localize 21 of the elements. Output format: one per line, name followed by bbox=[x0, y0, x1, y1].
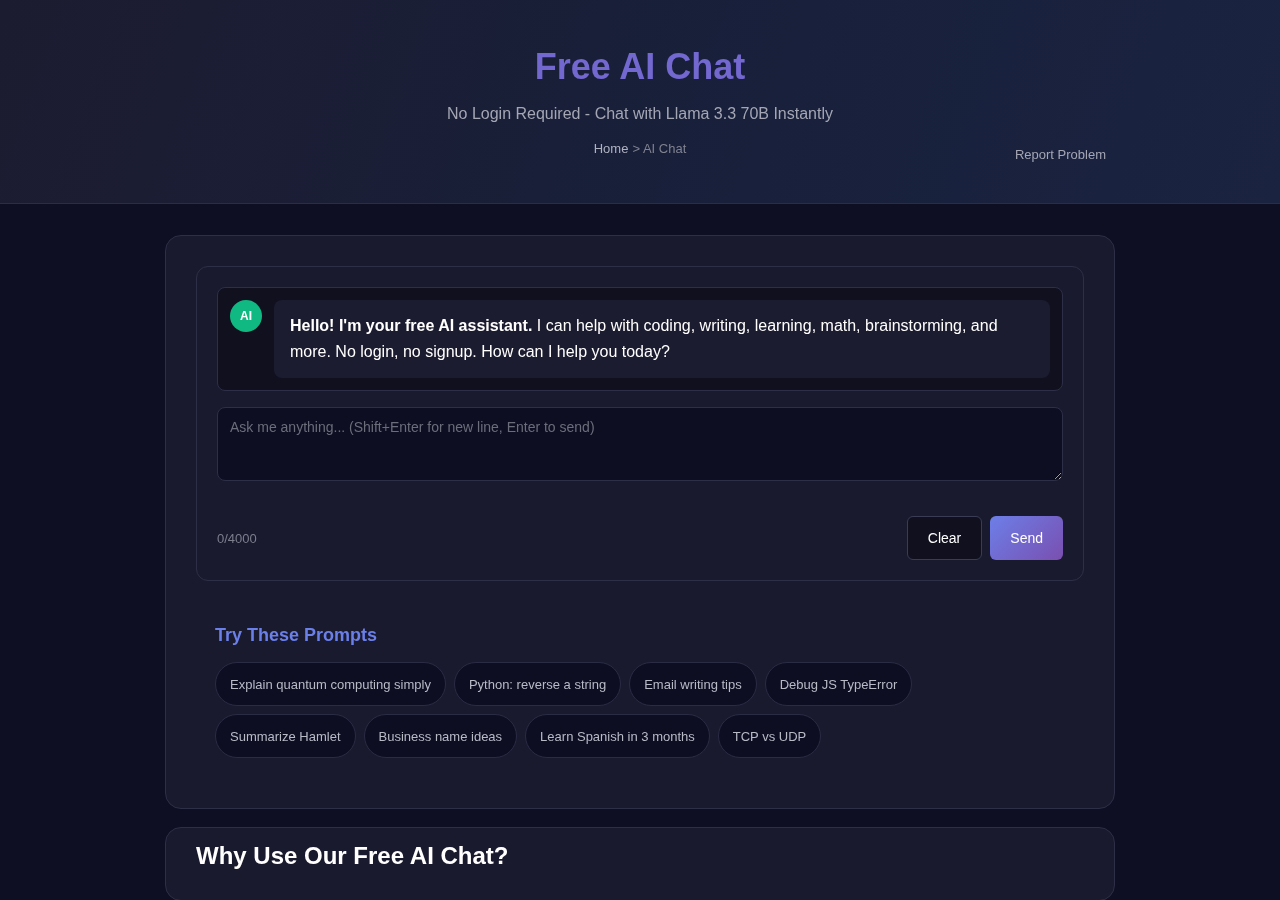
prompt-chip[interactable]: Learn Spanish in 3 months bbox=[525, 714, 710, 758]
clear-button[interactable]: Clear bbox=[906, 516, 983, 560]
prompt-chip[interactable]: Summarize Hamlet bbox=[215, 714, 356, 758]
page-subtitle: No Login Required - Chat with Llama 3.3 70B Instantly bbox=[446, 105, 834, 123]
prompt-chip[interactable]: TCP vs UDP bbox=[717, 714, 822, 758]
prompt-chip[interactable]: Email writing tips bbox=[629, 662, 757, 706]
features-heading: Why Use Our Free AI Chat? bbox=[196, 842, 510, 870]
breadcrumb-current: > AI Chat bbox=[632, 141, 687, 156]
avatar-badge: AI bbox=[230, 300, 262, 332]
message-input-field[interactable]: Ask me anything... (Shift+Enter for new line, Enter to send) bbox=[217, 407, 1063, 481]
prompt-chip[interactable]: Debug JS TypeError bbox=[764, 662, 913, 706]
home-link[interactable]: Home bbox=[593, 141, 629, 156]
character-counter: 0/4000 bbox=[217, 530, 257, 546]
page-title: Free AI Chat bbox=[533, 46, 747, 88]
prompt-chip[interactable]: Python: reverse a string bbox=[453, 662, 622, 706]
report-problem-link[interactable]: Report Problem bbox=[1014, 147, 1106, 162]
prompt-chip[interactable]: Explain quantum computing simply bbox=[215, 662, 446, 706]
prompts-heading: Try These Prompts bbox=[215, 625, 379, 646]
prompt-chip[interactable]: Business name ideas bbox=[363, 714, 518, 758]
message-bubble: Hello! I'm your free AI assistant. I can help with coding, writing, learning, math, brainstorming, and more. No login, no signup. How can I help you today? bbox=[274, 300, 1050, 378]
send-button[interactable]: Send bbox=[990, 516, 1063, 560]
